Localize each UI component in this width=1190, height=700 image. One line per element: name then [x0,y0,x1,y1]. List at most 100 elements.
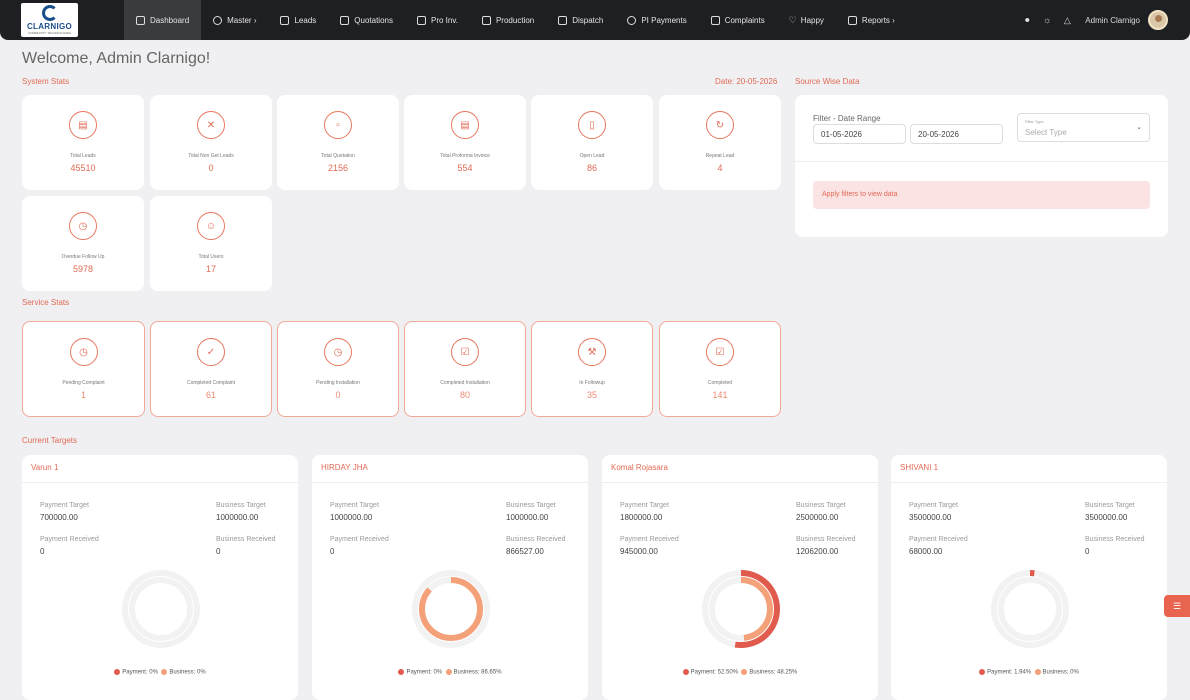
nav-pro-inv[interactable]: Pro Inv. [405,0,470,40]
target-card: SHIVANI 1 Payment Target 3500000.00 Busi… [891,455,1167,700]
clock-icon: ◷ [69,338,98,366]
svc-card-completed[interactable]: ☑ Completed 141 [659,321,781,417]
svc-value: 35 [586,390,597,400]
filter-type-label: Filter Type [1025,119,1044,124]
stat-card-total-quotation[interactable]: ▫ Total Quotation 2156 [277,95,399,190]
stat-card-open-lead[interactable]: ▯ Open Lead 86 [531,95,653,190]
payment-received-label: Payment Received [620,536,679,543]
target-card: Varun 1 Payment Target 700000.00 Busines… [22,455,298,700]
nav-pi-payments[interactable]: PI Payments [615,0,698,40]
lightbulb-icon[interactable]: ☼ [1041,14,1053,26]
svc-value: 0 [335,390,341,400]
nav-happy[interactable]: ♡ Happy [777,0,836,40]
ring-legend: Payment: 0% Business: 86.65% [312,669,588,676]
stat-value: 5978 [72,264,94,274]
svc-label: Pending Complaint [62,380,105,386]
business-received-value: 0 [216,547,221,556]
nav-quotations-label: Quotations [354,15,393,25]
nav-leads[interactable]: Leads [268,0,328,40]
nav-reports-label: Reports › [861,15,895,25]
nav-dispatch[interactable]: Dispatch [546,0,615,40]
business-dot [741,669,748,675]
to-date-input[interactable]: 20-05-2026 [910,124,1003,144]
stat-label: Repeat Lead [705,153,735,159]
stat-value: 554 [457,163,473,173]
stat-card-total-users[interactable]: ☺ Total Users 17 [150,196,272,291]
nav-dispatch-label: Dispatch [572,15,604,25]
gauge-icon: ◷ [324,338,352,366]
invoice-icon [416,15,426,25]
avatar[interactable] [1148,10,1168,30]
payment-target-label: Payment Target [620,502,669,509]
svc-value: 61 [205,390,216,400]
stat-label: Total Quotation [321,153,355,159]
bell-icon[interactable]: △ [1061,14,1073,26]
logo-text: CLARNIGO [26,22,73,31]
svc-card-pending-installation[interactable]: ◷ Pending Installation 0 [277,321,399,417]
stat-label: Overdue Follow Up [61,254,105,260]
business-target-label: Business Target [506,502,556,509]
stat-card-proforma-invoice[interactable]: ▤ Total Proforma Invoice 554 [404,95,526,190]
repeat-icon: ↻ [706,111,734,139]
business-received-label: Business Received [506,536,566,543]
nav-pi-payments-label: PI Payments [641,15,687,25]
svc-card-in-followup[interactable]: ⚒ In Followup 35 [531,321,653,417]
legend-payment: Payment: 1.94% [987,669,1032,676]
business-received-label: Business Received [796,536,856,543]
divider [312,482,588,483]
logo-subtext: COMMUNITY TECHNOLOGIES [27,31,72,35]
bar-chart-icon [481,15,491,25]
payment-dot [979,669,986,675]
business-dot [161,669,168,675]
stat-label: Total Leads [70,153,96,159]
payment-dot [682,669,689,675]
stat-value: 2156 [327,163,349,173]
user-name[interactable]: Admin Clarnigo [1085,16,1140,25]
payment-target-value: 1800000.00 [620,513,663,522]
stats-date: Date: 20-05-2026 [715,77,778,86]
divider [22,482,298,483]
list-icon: ▤ [69,111,97,139]
svc-card-completed-installation[interactable]: ☑ Completed Installation 80 [404,321,526,417]
svc-card-pending-complaint[interactable]: ◷ Pending Complaint 1 [22,321,145,417]
stat-card-non-get-leads[interactable]: ✕ Total Non Get Leads 0 [150,95,272,190]
business-target-value: 3500000.00 [1085,513,1128,522]
nav-production[interactable]: Production [470,0,546,40]
gear-icon [213,15,223,25]
business-ring-track [998,577,1062,641]
floating-action-button[interactable]: ☰ [1164,595,1190,617]
divider [795,161,1168,162]
stat-value: 4 [717,163,723,173]
clarnigo-logo[interactable]: CLARNIGO COMMUNITY TECHNOLOGIES [21,3,78,37]
filter-type-select[interactable]: Filter Type Select Type ⌄ [1017,113,1150,142]
nav-master[interactable]: Master › [201,0,268,40]
stat-card-overdue-follow-up[interactable]: ◷ Overdue Follow Up 5978 [22,196,144,291]
leads-icon [280,15,290,25]
nav-complaints[interactable]: Complaints [699,0,777,40]
nav-quotations[interactable]: Quotations [328,0,405,40]
thermometer-icon[interactable]: ⚫︎ [1021,14,1033,26]
nav-dashboard[interactable]: Dashboard [124,0,202,40]
ring-legend: Payment: 52.50% Business: 48.25% [602,669,878,676]
nav-pro-inv-label: Pro Inv. [430,15,458,25]
legend-business: Business: 48.25% [749,669,798,676]
legend-business: Business: 0% [169,669,206,676]
from-date-input[interactable]: 01-05-2026 [813,124,906,144]
system-stats-title: System Stats [22,77,70,86]
divider [891,482,1167,483]
nav-production-label: Production [495,15,535,25]
target-ring-chart [412,570,490,648]
stat-card-total-leads[interactable]: ▤ Total Leads 45510 [22,95,144,190]
wrench-icon: ⚒ [578,338,606,366]
stat-label: Open Lead [579,153,605,159]
target-name: HIRDAY JHA [321,463,368,472]
business-received-value: 0 [1085,547,1090,556]
chevron-down-icon: ⌄ [1136,124,1142,131]
nav-reports[interactable]: Reports › [836,0,907,40]
target-name: Varun 1 [31,463,59,472]
ring-legend: Payment: 0% Business: 0% [22,669,298,676]
stat-value: 45510 [70,163,96,173]
svc-card-completed-complaint[interactable]: ✓ Completed Complaint 61 [150,321,272,417]
stat-card-repeat-lead[interactable]: ↻ Repeat Lead 4 [659,95,781,190]
legend-payment: Payment: 0% [122,669,158,676]
